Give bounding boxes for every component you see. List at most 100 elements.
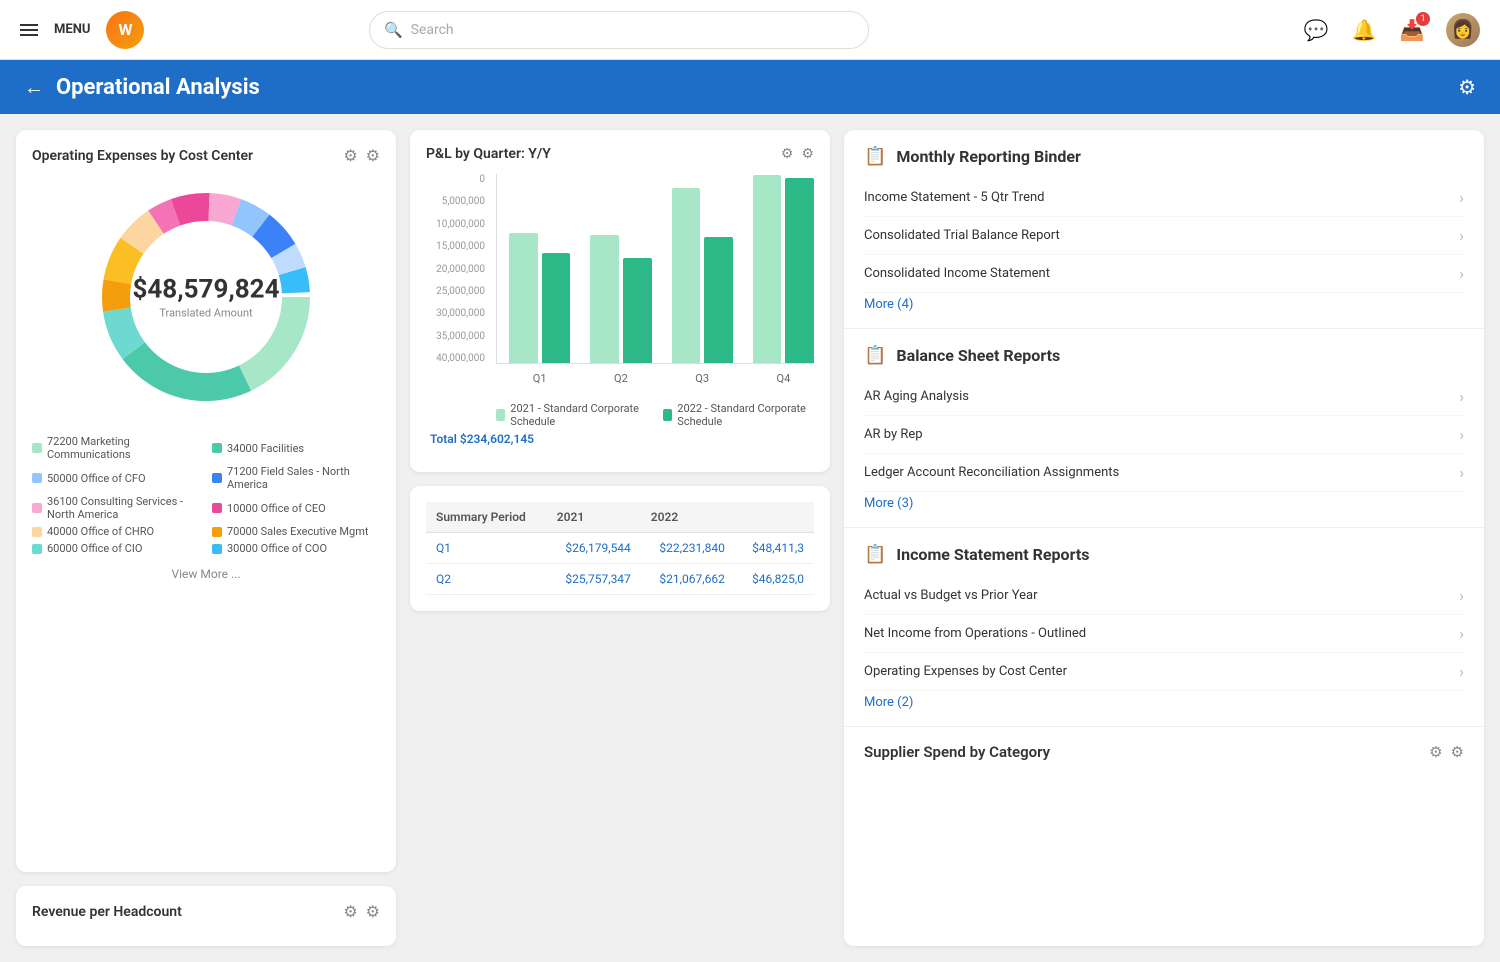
- search-placeholder: Search: [411, 22, 454, 38]
- search-bar[interactable]: 🔍 Search: [369, 11, 869, 49]
- y-axis: 40,000,000 35,000,000 30,000,000 25,000,…: [426, 174, 491, 364]
- hamburger-icon[interactable]: [20, 24, 38, 36]
- main-content: Operating Expenses by Cost Center ⚙ ⚙: [0, 114, 1500, 962]
- legend-item-0: 72200 Marketing Communications: [32, 435, 200, 461]
- q2-total: $46,825,0: [735, 564, 814, 595]
- top-nav: MENU W 🔍 Search 💬 🔔 📥 1 👩: [0, 0, 1500, 60]
- legend-item-3: 71200 Field Sales - North America: [212, 465, 380, 491]
- report-item-ar-aging[interactable]: AR Aging Analysis ›: [864, 378, 1464, 416]
- report-item-income-trend[interactable]: Income Statement - 5 Qtr Trend ›: [864, 179, 1464, 217]
- mid-column: P&L by Quarter: Y/Y ⚙ ⚙ 40,000,000 35,00…: [410, 130, 830, 946]
- chevron-right-icon: ›: [1459, 586, 1464, 605]
- donut-card: Operating Expenses by Cost Center ⚙ ⚙: [16, 130, 396, 872]
- bar-q3-2022: [704, 237, 733, 363]
- bar-q4-label: Q4: [777, 372, 791, 385]
- table-row-q1: Q1 $26,179,544 $22,231,840 $48,411,3: [426, 533, 814, 564]
- back-button[interactable]: ←: [24, 75, 44, 100]
- report-item-income-statement[interactable]: Consolidated Income Statement ›: [864, 255, 1464, 293]
- settings-icon[interactable]: ⚙: [1458, 75, 1476, 99]
- chat-icon[interactable]: 💬: [1302, 16, 1330, 44]
- donut-card-icons: ⚙ ⚙: [343, 146, 380, 165]
- supplier-title: Supplier Spend by Category: [864, 743, 1050, 761]
- filter-icon[interactable]: ⚙: [343, 146, 357, 165]
- report-item-ledger-reconciliation[interactable]: Ledger Account Reconciliation Assignment…: [864, 454, 1464, 492]
- view-more-link[interactable]: View More ...: [171, 567, 240, 581]
- filter-icon[interactable]: ⚙: [781, 146, 794, 162]
- revenue-card-icons: ⚙ ⚙: [343, 902, 380, 921]
- supplier-filter-icon[interactable]: ⚙: [1429, 743, 1442, 761]
- bar-q3-2021: [672, 188, 701, 363]
- donut-amount: $48,579,824: [132, 275, 279, 305]
- chevron-right-icon: ›: [1459, 624, 1464, 643]
- q1-2021: $26,179,544: [547, 533, 641, 564]
- bar-chart-area: 40,000,000 35,000,000 30,000,000 25,000,…: [426, 174, 814, 394]
- legend-item-8: 60000 Office of CIO: [32, 542, 200, 555]
- bar-group-q3: Q3: [672, 188, 733, 363]
- bar-chart-card: P&L by Quarter: Y/Y ⚙ ⚙ 40,000,000 35,00…: [410, 130, 830, 472]
- donut-label: Translated Amount: [132, 307, 279, 320]
- bar-q3-label: Q3: [695, 372, 709, 385]
- search-icon: 🔍: [384, 21, 403, 39]
- supplier-settings-icon[interactable]: ⚙: [1451, 743, 1464, 761]
- period-q2[interactable]: Q2: [426, 564, 547, 595]
- settings-icon2[interactable]: ⚙: [801, 146, 814, 162]
- report-item-trial-balance[interactable]: Consolidated Trial Balance Report ›: [864, 217, 1464, 255]
- bar-groups: Q1 Q2 Q3: [496, 174, 814, 364]
- inbox-icon[interactable]: 📥 1: [1398, 16, 1426, 44]
- col-period: Summary Period: [426, 502, 547, 533]
- bar-group-q1: Q1: [509, 233, 570, 363]
- report-item-actual-budget[interactable]: Actual vs Budget vs Prior Year ›: [864, 577, 1464, 615]
- col-2021: 2021: [547, 502, 641, 533]
- chevron-right-icon: ›: [1459, 264, 1464, 283]
- binder-icon: 📋: [864, 146, 886, 167]
- total-value: $234,602,145: [460, 432, 534, 446]
- avatar[interactable]: 👩: [1446, 13, 1480, 47]
- bar-q2-label: Q2: [614, 372, 628, 385]
- period-q1[interactable]: Q1: [426, 533, 547, 564]
- donut-card-title: Operating Expenses by Cost Center: [32, 148, 253, 164]
- legend-item-2: 50000 Office of CFO: [32, 465, 200, 491]
- legend-item-9: 30000 Office of COO: [212, 542, 380, 555]
- bell-icon[interactable]: 🔔: [1350, 16, 1378, 44]
- monthly-more-link[interactable]: More (4): [864, 297, 1464, 312]
- revenue-card-title: Revenue per Headcount: [32, 904, 182, 920]
- report-item-net-income[interactable]: Net Income from Operations - Outlined ›: [864, 615, 1464, 653]
- page-title: Operational Analysis: [56, 75, 260, 100]
- bar-q4-2021: [753, 175, 782, 363]
- chart-total: Total $234,602,145: [430, 432, 814, 446]
- bar-chart-icons: ⚙ ⚙: [781, 146, 814, 162]
- supplier-section: Supplier Spend by Category ⚙ ⚙: [844, 727, 1484, 777]
- right-column: 📋 Monthly Reporting Binder Income Statem…: [844, 130, 1484, 946]
- legend-2022: 2022 - Standard Corporate Schedule: [663, 402, 814, 428]
- legend-item-7: 70000 Sales Executive Mgmt: [212, 525, 380, 538]
- income-statement-section: 📋 Income Statement Reports Actual vs Bud…: [844, 528, 1484, 727]
- balance-icon: 📋: [864, 345, 886, 366]
- nav-icons: 💬 🔔 📥 1 👩: [1302, 13, 1480, 47]
- chart-legend: 2021 - Standard Corporate Schedule 2022 …: [496, 402, 814, 428]
- settings-icon[interactable]: ⚙: [366, 902, 380, 921]
- report-item-ar-rep[interactable]: AR by Rep ›: [864, 416, 1464, 454]
- inbox-badge: 1: [1416, 12, 1430, 26]
- donut-wrapper: $48,579,824 Translated Amount 72200 Mark…: [32, 177, 380, 581]
- legend-item-6: 40000 Office of CHRO: [32, 525, 200, 538]
- legend-grid: 72200 Marketing Communications 34000 Fac…: [32, 435, 380, 555]
- legend-2021: 2021 - Standard Corporate Schedule: [496, 402, 647, 428]
- income-icon: 📋: [864, 544, 886, 565]
- filter-icon[interactable]: ⚙: [343, 902, 357, 921]
- q1-2022: $22,231,840: [641, 533, 735, 564]
- q2-2021: $25,757,347: [547, 564, 641, 595]
- bar-q2-2022: [623, 258, 652, 363]
- workday-logo: W: [106, 11, 144, 49]
- balance-sheet-title: 📋 Balance Sheet Reports: [864, 345, 1464, 366]
- col-empty: [735, 502, 814, 533]
- income-more-link[interactable]: More (2): [864, 695, 1464, 710]
- menu-label[interactable]: MENU: [54, 22, 90, 37]
- balance-more-link[interactable]: More (3): [864, 496, 1464, 511]
- income-statement-title: 📋 Income Statement Reports: [864, 544, 1464, 565]
- legend-item-5: 10000 Office of CEO: [212, 495, 380, 521]
- bar-q2-2021: [590, 235, 619, 363]
- q1-total: $48,411,3: [735, 533, 814, 564]
- col-2022: 2022: [641, 502, 735, 533]
- report-item-opex-cost-center[interactable]: Operating Expenses by Cost Center ›: [864, 653, 1464, 691]
- settings-icon[interactable]: ⚙: [366, 146, 380, 165]
